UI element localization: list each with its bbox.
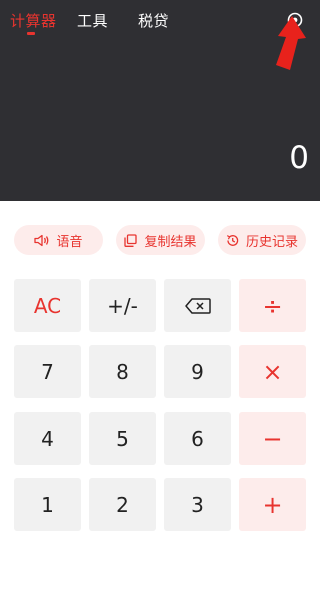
digit-1-key[interactable]: 1 (14, 478, 81, 531)
digit-2-key[interactable]: 2 (89, 478, 156, 531)
clear-key[interactable]: AC (14, 279, 81, 332)
backspace-icon (184, 297, 211, 314)
sign-toggle-key[interactable]: +/- (89, 279, 156, 332)
result-display: 0 (289, 140, 309, 176)
copy-result-button[interactable]: 复制结果 (116, 225, 205, 255)
tab-calculator[interactable]: 计算器 (10, 10, 57, 31)
digit-8-key[interactable]: 8 (89, 345, 156, 398)
voice-button[interactable]: 语音 (14, 225, 103, 255)
multiply-key[interactable]: × (239, 345, 306, 398)
plus-key[interactable]: + (239, 478, 306, 531)
copy-result-label: 复制结果 (144, 234, 197, 250)
active-tab-indicator (27, 32, 35, 35)
divide-key[interactable]: ÷ (239, 279, 306, 332)
digit-6-key[interactable]: 6 (164, 412, 231, 465)
minus-key[interactable]: − (239, 412, 306, 465)
history-button[interactable]: 历史记录 (218, 225, 306, 255)
pointer-arrow-icon (276, 16, 306, 70)
voice-label: 语音 (56, 234, 83, 250)
backspace-key[interactable] (164, 279, 231, 332)
digit-7-key[interactable]: 7 (14, 345, 81, 398)
digit-9-key[interactable]: 9 (164, 345, 231, 398)
digit-3-key[interactable]: 3 (164, 478, 231, 531)
copy-icon (124, 233, 138, 247)
tab-tax-loan[interactable]: 税贷 (138, 10, 169, 31)
tab-tools[interactable]: 工具 (77, 10, 108, 31)
digit-4-key[interactable]: 4 (14, 412, 81, 465)
history-icon (226, 234, 239, 246)
calculator-header: 计算器 工具 税贷 0 (0, 0, 320, 201)
history-label: 历史记录 (245, 234, 298, 250)
speaker-icon (34, 234, 49, 246)
digit-5-key[interactable]: 5 (89, 412, 156, 465)
